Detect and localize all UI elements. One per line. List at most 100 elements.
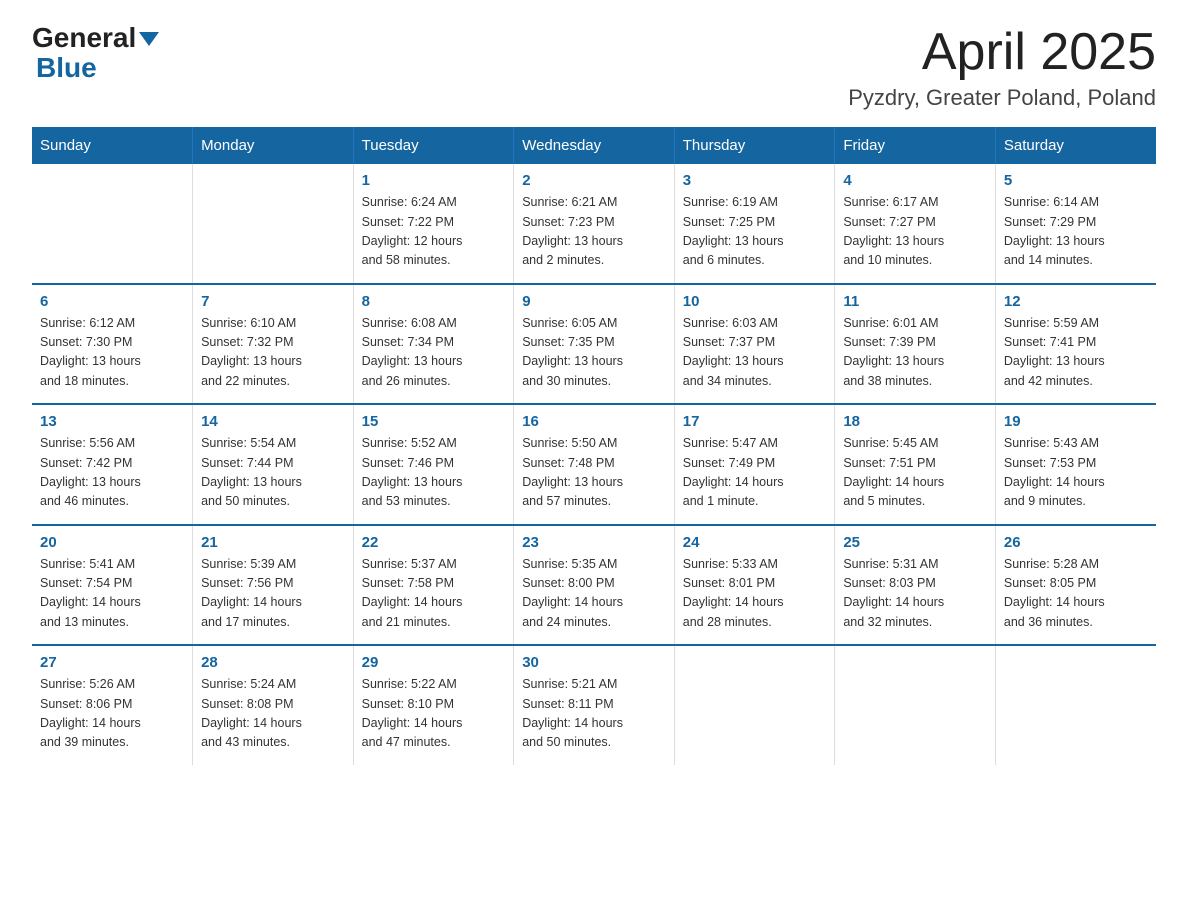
day-info-text: Sunrise: 5:43 AMSunset: 7:53 PMDaylight:… — [1004, 434, 1148, 512]
day-info-text: Sunrise: 6:03 AMSunset: 7:37 PMDaylight:… — [683, 314, 827, 392]
calendar-cell: 21 Sunrise: 5:39 AMSunset: 7:56 PMDayligh… — [193, 525, 354, 646]
day-info-text: Sunrise: 5:37 AMSunset: 7:58 PMDaylight:… — [362, 555, 506, 633]
calendar-cell: 8Sunrise: 6:08 AMSunset: 7:34 PMDaylight… — [353, 284, 514, 405]
calendar-cell: 10 Sunrise: 6:03 AMSunset: 7:37 PMDayligh… — [674, 284, 835, 405]
day-number: 10 — [683, 293, 827, 310]
logo-blue-text: Blue — [36, 54, 97, 82]
calendar-week-row: 6 Sunrise: 6:12 AMSunset: 7:30 PMDaylight… — [32, 284, 1156, 405]
location-subtitle: Pyzdry, Greater Poland, Poland — [848, 85, 1156, 111]
day-info-text: Sunrise: 5:52 AMSunset: 7:46 PMDaylight:… — [362, 434, 506, 512]
day-number: 8 — [362, 293, 506, 310]
page-header: General Blue April 2025 Pyzdry, Greater … — [32, 24, 1156, 111]
day-of-week-header: Monday — [193, 127, 354, 164]
day-info-text: Sunrise: 6:24 AMSunset: 7:22 PMDaylight:… — [362, 193, 506, 271]
day-info-text: Sunrise: 6:01 AMSunset: 7:39 PMDaylight:… — [843, 314, 987, 392]
calendar-cell — [674, 645, 835, 765]
day-info-text: Sunrise: 5:21 AMSunset: 8:11 PMDaylight:… — [522, 675, 666, 753]
calendar-cell: 17 Sunrise: 5:47 AMSunset: 7:49 PMDayligh… — [674, 404, 835, 525]
day-info-text: Sunrise: 6:17 AMSunset: 7:27 PMDaylight:… — [843, 193, 987, 271]
day-number: 22 — [362, 534, 506, 551]
calendar-cell: 23 Sunrise: 5:35 AMSunset: 8:00 PMDayligh… — [514, 525, 675, 646]
calendar-cell: 15 Sunrise: 5:52 AMSunset: 7:46 PMDayligh… — [353, 404, 514, 525]
day-number: 20 — [40, 534, 184, 551]
calendar-cell: 9 Sunrise: 6:05 AMSunset: 7:35 PMDaylight… — [514, 284, 675, 405]
calendar-cell: 27 Sunrise: 5:26 AMSunset: 8:06 PMDayligh… — [32, 645, 193, 765]
day-of-week-header: Thursday — [674, 127, 835, 164]
calendar-cell: 16Sunrise: 5:50 AMSunset: 7:48 PMDayligh… — [514, 404, 675, 525]
calendar-title: April 2025 — [848, 24, 1156, 81]
logo: General Blue — [32, 24, 159, 82]
calendar-cell: 28 Sunrise: 5:24 AMSunset: 8:08 PMDayligh… — [193, 645, 354, 765]
day-number: 12 — [1004, 293, 1148, 310]
day-number: 24 — [683, 534, 827, 551]
day-number: 27 — [40, 654, 184, 671]
day-number: 9 — [522, 293, 666, 310]
day-of-week-header: Saturday — [995, 127, 1156, 164]
day-info-text: Sunrise: 5:50 AMSunset: 7:48 PMDaylight:… — [522, 434, 666, 512]
logo-general-text: General — [32, 24, 136, 52]
day-number: 18 — [843, 413, 987, 430]
calendar-cell: 3Sunrise: 6:19 AMSunset: 7:25 PMDaylight… — [674, 164, 835, 284]
calendar-cell — [193, 164, 354, 284]
day-info-text: Sunrise: 5:26 AMSunset: 8:06 PMDaylight:… — [40, 675, 184, 753]
day-info-text: Sunrise: 5:39 AMSunset: 7:56 PMDaylight:… — [201, 555, 345, 633]
calendar-cell: 24 Sunrise: 5:33 AMSunset: 8:01 PMDayligh… — [674, 525, 835, 646]
day-info-text: Sunrise: 5:41 AMSunset: 7:54 PMDaylight:… — [40, 555, 184, 633]
calendar-header-row: SundayMondayTuesdayWednesdayThursdayFrid… — [32, 127, 1156, 164]
day-number: 29 — [362, 654, 506, 671]
calendar-cell — [835, 645, 996, 765]
calendar-cell: 14Sunrise: 5:54 AMSunset: 7:44 PMDayligh… — [193, 404, 354, 525]
calendar-cell: 18Sunrise: 5:45 AMSunset: 7:51 PMDayligh… — [835, 404, 996, 525]
calendar-cell: 29Sunrise: 5:22 AMSunset: 8:10 PMDayligh… — [353, 645, 514, 765]
day-number: 4 — [843, 172, 987, 189]
logo-arrow-icon — [139, 32, 159, 46]
day-info-text: Sunrise: 6:10 AMSunset: 7:32 PMDaylight:… — [201, 314, 345, 392]
calendar-week-row: 1 Sunrise: 6:24 AMSunset: 7:22 PMDaylight… — [32, 164, 1156, 284]
day-of-week-header: Tuesday — [353, 127, 514, 164]
day-info-text: Sunrise: 5:35 AMSunset: 8:00 PMDaylight:… — [522, 555, 666, 633]
calendar-cell: 12 Sunrise: 5:59 AMSunset: 7:41 PMDayligh… — [995, 284, 1156, 405]
day-number: 3 — [683, 172, 827, 189]
day-of-week-header: Wednesday — [514, 127, 675, 164]
day-number: 14 — [201, 413, 345, 430]
calendar-week-row: 20 Sunrise: 5:41 AMSunset: 7:54 PMDayligh… — [32, 525, 1156, 646]
calendar-cell: 20 Sunrise: 5:41 AMSunset: 7:54 PMDayligh… — [32, 525, 193, 646]
day-number: 23 — [522, 534, 666, 551]
calendar-cell: 30 Sunrise: 5:21 AMSunset: 8:11 PMDayligh… — [514, 645, 675, 765]
day-number: 26 — [1004, 534, 1148, 551]
day-info-text: Sunrise: 5:33 AMSunset: 8:01 PMDaylight:… — [683, 555, 827, 633]
day-number: 7 — [201, 293, 345, 310]
calendar-cell: 5 Sunrise: 6:14 AMSunset: 7:29 PMDaylight… — [995, 164, 1156, 284]
day-info-text: Sunrise: 5:59 AMSunset: 7:41 PMDaylight:… — [1004, 314, 1148, 392]
calendar-cell — [995, 645, 1156, 765]
day-number: 19 — [1004, 413, 1148, 430]
calendar-table: SundayMondayTuesdayWednesdayThursdayFrid… — [32, 127, 1156, 765]
calendar-week-row: 27 Sunrise: 5:26 AMSunset: 8:06 PMDayligh… — [32, 645, 1156, 765]
day-info-text: Sunrise: 5:56 AMSunset: 7:42 PMDaylight:… — [40, 434, 184, 512]
day-info-text: Sunrise: 6:05 AMSunset: 7:35 PMDaylight:… — [522, 314, 666, 392]
day-number: 25 — [843, 534, 987, 551]
day-number: 1 — [362, 172, 506, 189]
day-info-text: Sunrise: 6:12 AMSunset: 7:30 PMDaylight:… — [40, 314, 184, 392]
day-of-week-header: Sunday — [32, 127, 193, 164]
day-info-text: Sunrise: 6:14 AMSunset: 7:29 PMDaylight:… — [1004, 193, 1148, 271]
day-number: 17 — [683, 413, 827, 430]
day-number: 21 — [201, 534, 345, 551]
calendar-cell: 26 Sunrise: 5:28 AMSunset: 8:05 PMDayligh… — [995, 525, 1156, 646]
calendar-cell: 2Sunrise: 6:21 AMSunset: 7:23 PMDaylight… — [514, 164, 675, 284]
day-info-text: Sunrise: 5:28 AMSunset: 8:05 PMDaylight:… — [1004, 555, 1148, 633]
day-info-text: Sunrise: 5:31 AMSunset: 8:03 PMDaylight:… — [843, 555, 987, 633]
day-number: 11 — [843, 293, 987, 310]
calendar-cell: 25 Sunrise: 5:31 AMSunset: 8:03 PMDayligh… — [835, 525, 996, 646]
day-number: 28 — [201, 654, 345, 671]
day-number: 15 — [362, 413, 506, 430]
day-info-text: Sunrise: 5:47 AMSunset: 7:49 PMDaylight:… — [683, 434, 827, 512]
day-number: 30 — [522, 654, 666, 671]
day-number: 13 — [40, 413, 184, 430]
day-info-text: Sunrise: 6:21 AMSunset: 7:23 PMDaylight:… — [522, 193, 666, 271]
day-info-text: Sunrise: 5:24 AMSunset: 8:08 PMDaylight:… — [201, 675, 345, 753]
day-number: 6 — [40, 293, 184, 310]
calendar-cell: 11 Sunrise: 6:01 AMSunset: 7:39 PMDayligh… — [835, 284, 996, 405]
day-number: 5 — [1004, 172, 1148, 189]
calendar-cell: 4 Sunrise: 6:17 AMSunset: 7:27 PMDaylight… — [835, 164, 996, 284]
